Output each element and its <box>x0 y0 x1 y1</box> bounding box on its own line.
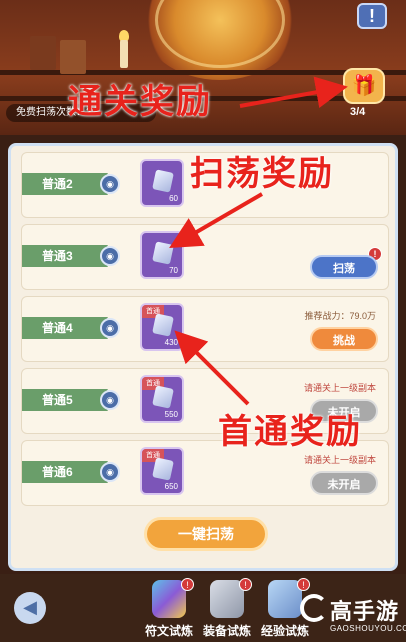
alert-badge: ! <box>239 578 252 591</box>
tab-equipment-trial[interactable]: ! 装备试炼 <box>196 578 258 640</box>
watermark-text: 高手游 <box>330 599 400 624</box>
back-button[interactable]: ◀ <box>14 592 46 624</box>
arrow-pass-reward <box>239 76 348 108</box>
arrow-sweep-reward <box>169 192 264 249</box>
logo-g-icon <box>300 594 328 622</box>
alert-badge: ! <box>181 578 194 591</box>
arrow-first-pass-reward <box>174 330 250 406</box>
tab-label: 符文试炼 <box>144 624 193 638</box>
annotation-arrows <box>169 76 348 406</box>
alert-badge: ! <box>297 578 310 591</box>
watermark-logo: 高手游 GAOSHOUYOU.COM <box>300 592 406 640</box>
tab-rune-trial[interactable]: ! 符文试炼 <box>138 578 200 640</box>
watermark-url: GAOSHOUYOU.COM <box>330 624 406 633</box>
tab-label: 装备试炼 <box>202 624 251 638</box>
